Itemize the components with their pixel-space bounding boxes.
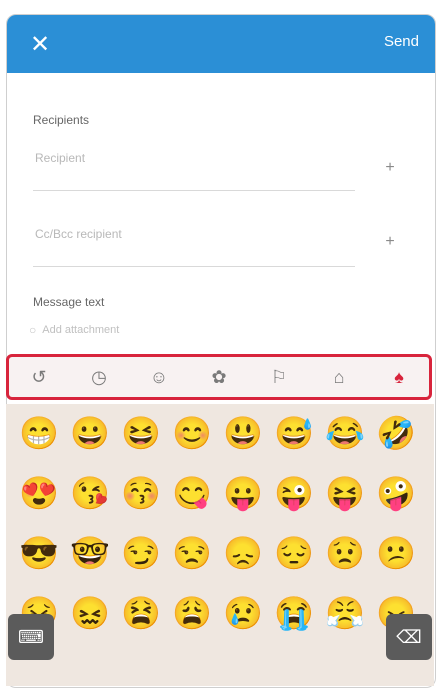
attachment-row[interactable]: ○ Add attachment: [29, 323, 119, 337]
emoji-item[interactable]: 😅: [273, 412, 315, 454]
attachment-icon: ○: [29, 323, 37, 337]
recipients-label: Recipients: [33, 113, 90, 127]
to-placeholder: Recipient: [35, 151, 86, 165]
emoji-item[interactable]: 😂: [324, 412, 366, 454]
tab-smileys[interactable]: ☺: [141, 362, 177, 392]
emoji-item[interactable]: 😊: [171, 412, 213, 454]
emoji-item[interactable]: 😏: [120, 532, 162, 574]
emoji-item[interactable]: 😋: [171, 472, 213, 514]
close-icon[interactable]: ✕: [25, 29, 55, 59]
emoji-item[interactable]: 😜: [273, 472, 315, 514]
emoji-item[interactable]: 😤: [324, 592, 366, 634]
emoji-panel: 😁 😀 😆 😊 😃 😅 😂 🤣 😍 😘 😚 😋 😛 😜 😝 🤪 😎 🤓 😏 😒 😞 😔 😟 😕 😣 😖 😫 😩 😢 😭 😤 😠: [6, 404, 434, 686]
compose-form: Recipients Recipient + Cc/Bcc recipient …: [7, 73, 435, 358]
to-underline: [33, 190, 355, 191]
to-field[interactable]: Recipient: [33, 147, 355, 191]
emoji-item[interactable]: 😝: [324, 472, 366, 514]
emoji-category-tabs: ↺ ◷ ☺ ✿ ⚐ ⌂ ♠: [6, 354, 432, 400]
emoji-item[interactable]: 🤣: [375, 412, 417, 454]
emoji-item[interactable]: 😢: [222, 592, 264, 634]
send-button[interactable]: Send: [384, 33, 419, 50]
emoji-item[interactable]: 🤓: [69, 532, 111, 574]
tab-objects[interactable]: ⚐: [261, 362, 297, 392]
emoji-item[interactable]: 😖: [69, 592, 111, 634]
emoji-item[interactable]: 😀: [69, 412, 111, 454]
emoji-item[interactable]: 😫: [120, 592, 162, 634]
attachment-hint: Add attachment: [42, 324, 120, 336]
cc-field[interactable]: Cc/Bcc recipient: [33, 223, 355, 267]
tab-animals[interactable]: ✿: [201, 362, 237, 392]
emoji-item[interactable]: 🤪: [375, 472, 417, 514]
emoji-item[interactable]: 😍: [18, 472, 60, 514]
emoji-item[interactable]: 😁: [18, 412, 60, 454]
emoji-item[interactable]: 😩: [171, 592, 213, 634]
keyboard-toggle-icon[interactable]: ⌨: [8, 614, 54, 660]
tab-symbols[interactable]: ♠: [381, 362, 417, 392]
cc-placeholder: Cc/Bcc recipient: [35, 227, 122, 241]
tab-places[interactable]: ⌂: [321, 362, 357, 392]
tab-recent[interactable]: ↺: [21, 362, 57, 392]
emoji-item[interactable]: 😔: [273, 532, 315, 574]
emoji-item[interactable]: 😛: [222, 472, 264, 514]
cc-underline: [33, 266, 355, 267]
emoji-item[interactable]: 😆: [120, 412, 162, 454]
delete-icon[interactable]: ⌫: [386, 614, 432, 660]
emoji-item[interactable]: 😚: [120, 472, 162, 514]
tab-clock[interactable]: ◷: [81, 362, 117, 392]
emoji-item[interactable]: 😭: [273, 592, 315, 634]
emoji-item[interactable]: 😒: [171, 532, 213, 574]
emoji-item[interactable]: 😘: [69, 472, 111, 514]
emoji-grid: 😁 😀 😆 😊 😃 😅 😂 🤣 😍 😘 😚 😋 😛 😜 😝 🤪 😎 🤓 😏 😒 😞 😔 😟 😕 😣 😖 😫 😩 😢 😭 😤 😠: [18, 412, 428, 634]
add-recipient-icon[interactable]: +: [379, 157, 401, 179]
app-header: ✕ Send: [7, 15, 435, 73]
emoji-item[interactable]: 😃: [222, 412, 264, 454]
emoji-item[interactable]: 😞: [222, 532, 264, 574]
emoji-item[interactable]: 😟: [324, 532, 366, 574]
emoji-item[interactable]: 😎: [18, 532, 60, 574]
message-label: Message text: [33, 295, 105, 309]
emoji-item[interactable]: 😕: [375, 532, 417, 574]
add-cc-icon[interactable]: +: [379, 231, 401, 253]
